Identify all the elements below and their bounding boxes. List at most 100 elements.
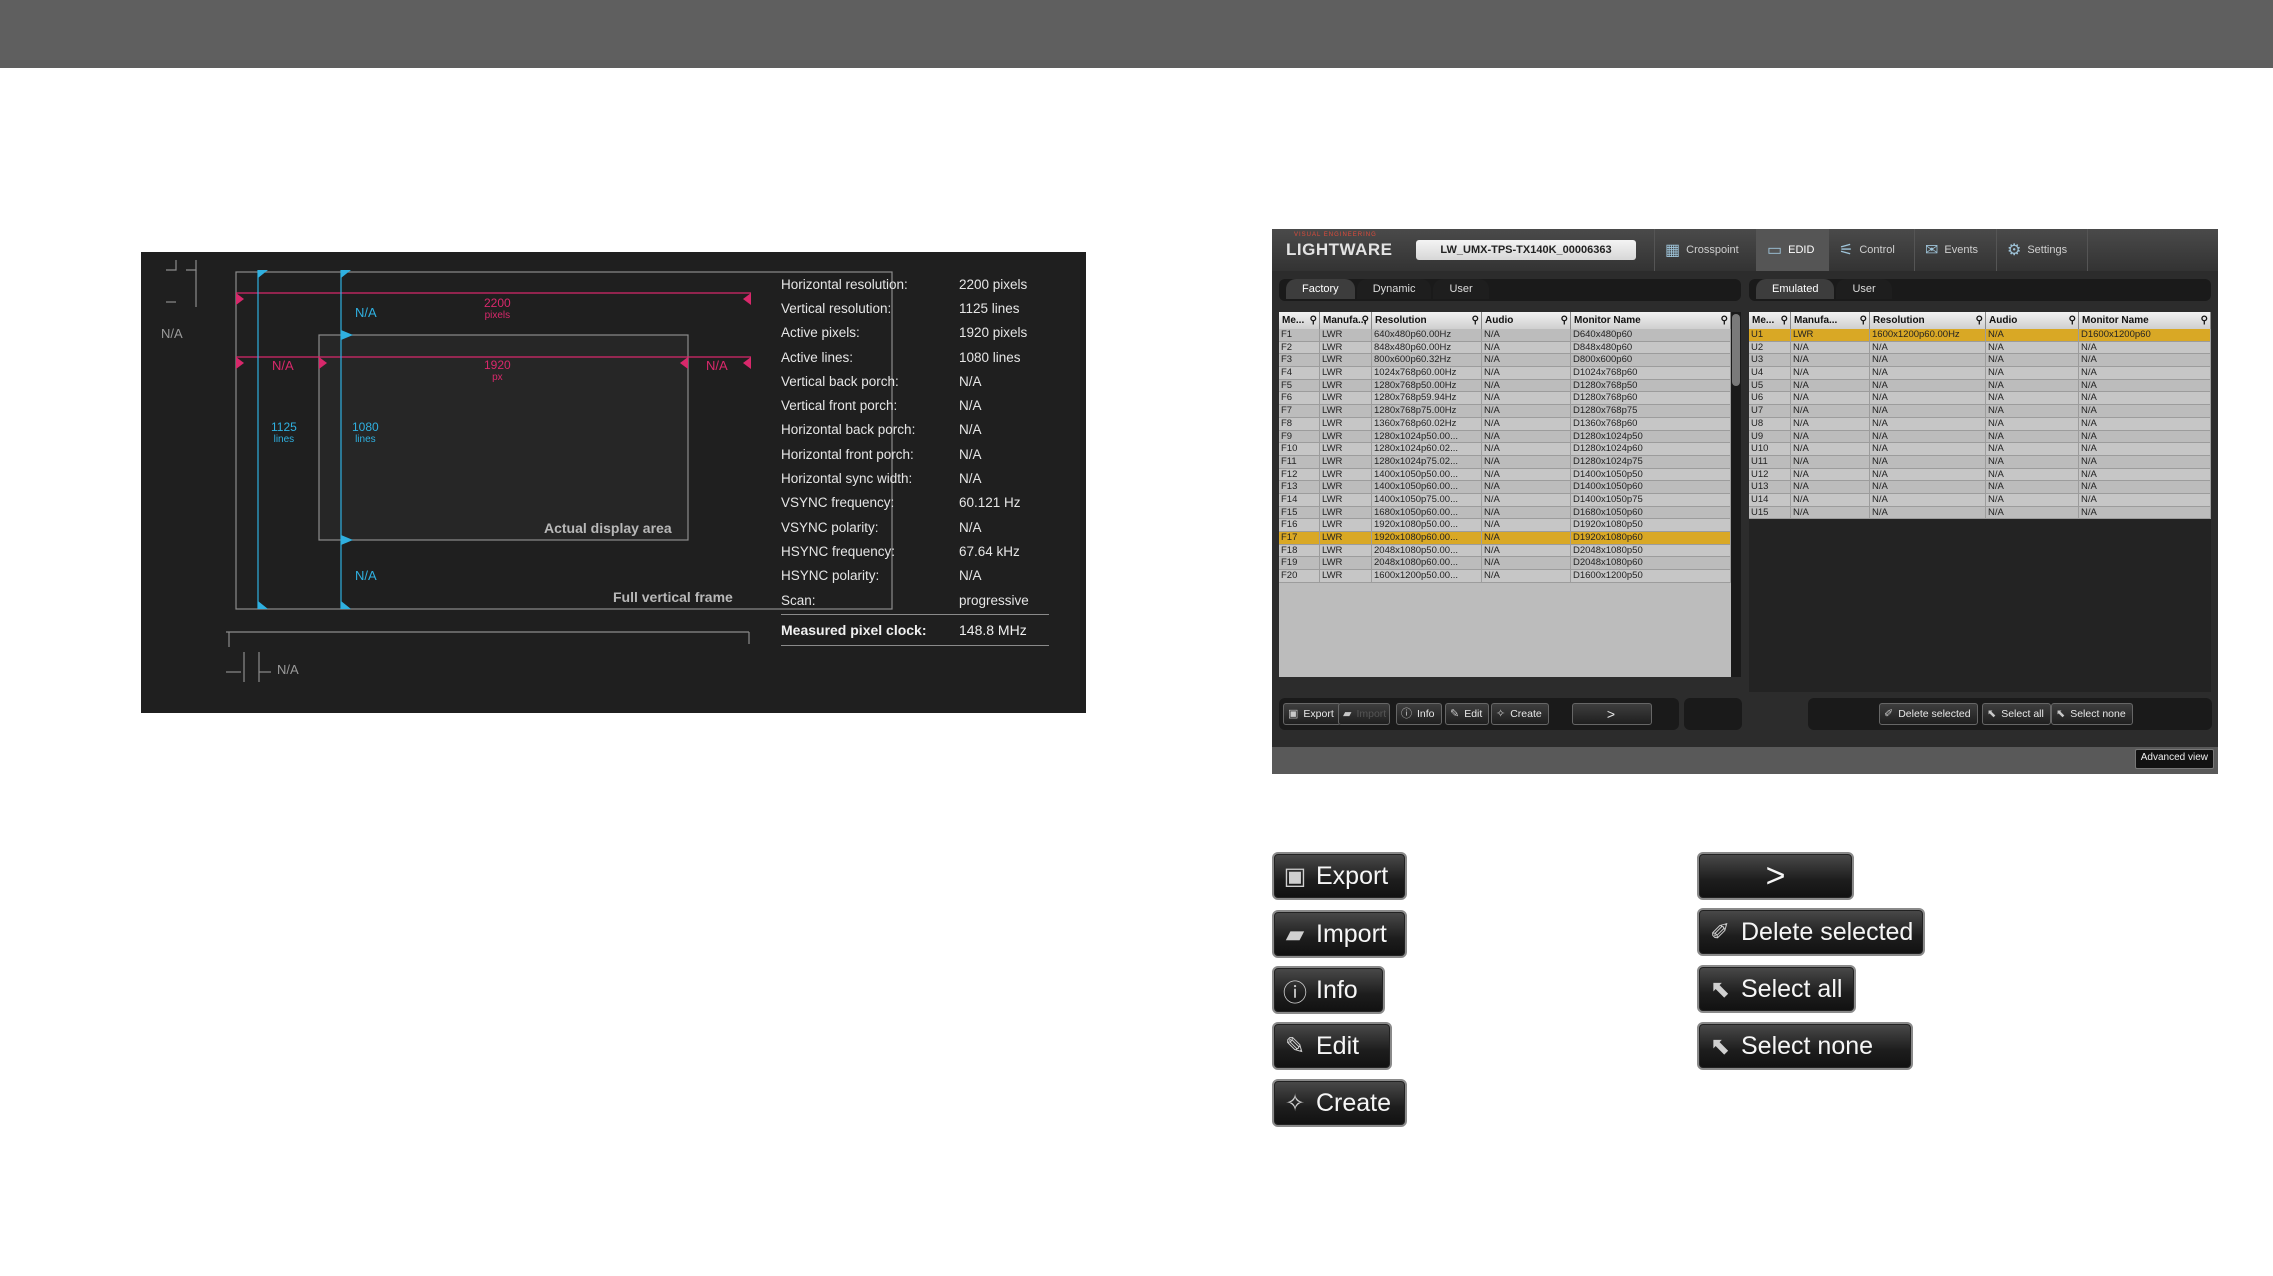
select-all-button[interactable]: ⬉ Select all xyxy=(1982,703,2051,725)
table-row[interactable]: F9 LWR 1280x1024p50.00... N/A D1280x1024p50 xyxy=(1279,430,1731,444)
table-row[interactable]: F11 LWR 1280x1024p75.02... N/A D1280x1024p75 xyxy=(1279,455,1731,469)
table-row[interactable]: U9 N/A N/A N/A N/A xyxy=(1749,430,2211,444)
tab-emulated[interactable]: Emulated xyxy=(1756,279,1835,299)
table-row[interactable]: U3 N/A N/A N/A N/A xyxy=(1749,354,2211,368)
table-row[interactable]: F8 LWR 1360x768p60.02Hz N/A D1360x768p60 xyxy=(1279,417,1731,431)
param-row: Horizontal sync width: N/A xyxy=(781,471,982,487)
table-row[interactable]: F20 LWR 1600x1200p50.00... N/A D1600x1200p50 xyxy=(1279,570,1731,583)
table-cell: N/A xyxy=(1870,379,1986,392)
edit-button-large[interactable]: ✎ Edit xyxy=(1272,1022,1392,1070)
table-cell: U4 xyxy=(1749,367,1791,379)
create-button-large[interactable]: ✧ Create xyxy=(1272,1079,1407,1127)
col-manufacturer[interactable]: Manufa... ⚲ xyxy=(1320,312,1372,329)
advanced-view-button[interactable]: Advanced view xyxy=(2134,749,2214,769)
nav-edid[interactable]: ▭ EDID xyxy=(1756,229,1828,271)
crosspoint-icon: ▦ xyxy=(1665,242,1681,259)
col-manufacturer[interactable]: Manufa... ⚲ xyxy=(1791,312,1870,329)
col-resolution[interactable]: Resolution ⚲ xyxy=(1870,312,1986,329)
table-cell: LWR xyxy=(1320,557,1372,570)
table-cell: LWR xyxy=(1320,341,1372,354)
table-row[interactable]: F17 LWR 1920x1080p60.00... N/A D1920x1080p60 xyxy=(1279,532,1731,545)
table-cell: 1600x1200p50.00... xyxy=(1372,570,1482,582)
import-button-large[interactable]: ▰ Import xyxy=(1272,910,1407,958)
table-cell: 1280x1024p75.02... xyxy=(1372,455,1482,468)
table-cell: 1280x768p50.00Hz xyxy=(1372,379,1482,392)
table-row[interactable]: F2 LWR 848x480p60.00Hz N/A D848x480p60 xyxy=(1279,341,1731,355)
table-cell: N/A xyxy=(2079,354,2211,367)
search-icon: ⚲ xyxy=(1720,315,1728,326)
table-row[interactable]: F16 LWR 1920x1080p50.00... N/A D1920x1080p50 xyxy=(1279,519,1731,532)
table-row[interactable]: U1 LWR 1600x1200p60.00Hz N/A D1600x1200p60 xyxy=(1749,329,2211,342)
col-monitor-name[interactable]: Monitor Name ⚲ xyxy=(2079,312,2211,329)
select-none-button[interactable]: ⬉ Select none xyxy=(2051,703,2133,725)
table-row[interactable]: F3 LWR 800x600p60.32Hz N/A D800x600p60 xyxy=(1279,354,1731,368)
select-all-button-large[interactable]: ⬉ Select all xyxy=(1697,965,1856,1013)
table-row[interactable]: F14 LWR 1400x1050p75.00... N/A D1400x1050p75 xyxy=(1279,493,1731,507)
table-row[interactable]: F6 LWR 1280x768p59.94Hz N/A D1280x768p60 xyxy=(1279,392,1731,406)
nav-settings[interactable]: ⚙ Settings xyxy=(1996,229,2088,271)
nav-control[interactable]: ⚟ Control xyxy=(1828,229,1914,271)
col-audio[interactable]: Audio ⚲ xyxy=(1482,312,1571,329)
create-button[interactable]: ✧ Create xyxy=(1491,703,1549,725)
param-row: Active pixels: 1920 pixels xyxy=(781,325,1028,341)
v-total-value: 1125 xyxy=(271,420,297,434)
table-row[interactable]: F13 LWR 1400x1050p60.00... N/A D1400x1050p60 xyxy=(1279,481,1731,494)
select-none-button-large[interactable]: ⬉ Select none xyxy=(1697,1022,1913,1070)
table-row[interactable]: U11 N/A N/A N/A N/A xyxy=(1749,455,2211,469)
scrollbar-thumb[interactable] xyxy=(1732,314,1740,386)
table-row[interactable]: U6 N/A N/A N/A N/A xyxy=(1749,392,2211,406)
h-active-value: 1920 xyxy=(484,358,511,372)
col-memory[interactable]: Me... ⚲ xyxy=(1749,312,1791,329)
tab-factory[interactable]: Factory xyxy=(1286,279,1355,299)
table-row[interactable]: F7 LWR 1280x768p75.00Hz N/A D1280x768p75 xyxy=(1279,405,1731,418)
tab-user-right[interactable]: User xyxy=(1836,279,1892,299)
table-row[interactable]: F15 LWR 1680x1050p60.00... N/A D1680x1050p60 xyxy=(1279,506,1731,520)
transfer-button-large[interactable]: > xyxy=(1697,852,1854,900)
table-row[interactable]: F19 LWR 2048x1080p60.00... N/A D2048x1080p60 xyxy=(1279,557,1731,571)
col-monitor-name[interactable]: Monitor Name ⚲ xyxy=(1571,312,1731,329)
table-cell: N/A xyxy=(1986,392,2079,405)
delete-selected-button-large[interactable]: ✐ Delete selected xyxy=(1697,908,1925,956)
logo-tagline: VISUAL ENGINEERING xyxy=(1294,232,1377,238)
edit-button[interactable]: ✎ Edit xyxy=(1445,703,1490,725)
eraser-icon: ✐ xyxy=(1709,918,1731,946)
table-cell: N/A xyxy=(2079,367,2211,379)
table-cell: N/A xyxy=(1791,455,1870,468)
export-button-large[interactable]: ▣ Export xyxy=(1272,852,1407,900)
info-button[interactable]: ⓘ Info xyxy=(1396,703,1442,725)
table-row[interactable]: U2 N/A N/A N/A N/A xyxy=(1749,341,2211,355)
table-row[interactable]: F18 LWR 2048x1080p50.00... N/A D2048x1080p50 xyxy=(1279,544,1731,558)
info-button-large[interactable]: ⓘ Info xyxy=(1272,966,1385,1014)
table-row[interactable]: F5 LWR 1280x768p50.00Hz N/A D1280x768p50 xyxy=(1279,379,1731,393)
col-audio[interactable]: Audio ⚲ xyxy=(1986,312,2079,329)
table-row[interactable]: U14 N/A N/A N/A N/A xyxy=(1749,493,2211,507)
table-row[interactable]: U10 N/A N/A N/A N/A xyxy=(1749,443,2211,456)
table-row[interactable]: U4 N/A N/A N/A N/A xyxy=(1749,367,2211,380)
table-row[interactable]: U13 N/A N/A N/A N/A xyxy=(1749,481,2211,494)
table-row[interactable]: U15 N/A N/A N/A N/A xyxy=(1749,506,2211,520)
table-row[interactable]: U7 N/A N/A N/A N/A xyxy=(1749,405,2211,418)
table-cell: LWR xyxy=(1320,329,1372,341)
page-top-bar xyxy=(0,0,2273,68)
export-button[interactable]: ▣ Export xyxy=(1283,703,1341,725)
table-row[interactable]: F4 LWR 1024x768p60.00Hz N/A D1024x768p60 xyxy=(1279,367,1731,380)
delete-selected-button[interactable]: ✐ Delete selected xyxy=(1879,703,1978,725)
left-scrollbar[interactable] xyxy=(1731,312,1741,677)
table-row[interactable]: U8 N/A N/A N/A N/A xyxy=(1749,417,2211,431)
table-row[interactable]: F12 LWR 1400x1050p50.00... N/A D1400x1050p50 xyxy=(1279,468,1731,482)
nav-crosspoint[interactable]: ▦ Crosspoint xyxy=(1654,229,1756,271)
device-name-field[interactable]: LW_UMX-TPS-TX140K_00006363 xyxy=(1416,240,1636,260)
nav-events[interactable]: ✉ Events xyxy=(1914,229,1996,271)
table-row[interactable]: F1 LWR 640x480p60.00Hz N/A D640x480p60 xyxy=(1279,329,1731,342)
transfer-button[interactable]: > xyxy=(1572,703,1652,725)
col-memory[interactable]: Me... ⚲ xyxy=(1279,312,1320,329)
table-row[interactable]: U12 N/A N/A N/A N/A xyxy=(1749,468,2211,482)
import-button[interactable]: ▰ Import xyxy=(1338,703,1390,725)
tab-dynamic[interactable]: Dynamic xyxy=(1356,279,1432,299)
table-row[interactable]: F10 LWR 1280x1024p60.02... N/A D1280x1024p60 xyxy=(1279,443,1731,456)
v-total-label: 1125 lines xyxy=(271,420,297,445)
col-resolution[interactable]: Resolution ⚲ xyxy=(1372,312,1482,329)
table-row[interactable]: U5 N/A N/A N/A N/A xyxy=(1749,379,2211,393)
table-cell: U11 xyxy=(1749,455,1791,468)
tab-user-left[interactable]: User xyxy=(1433,279,1489,299)
